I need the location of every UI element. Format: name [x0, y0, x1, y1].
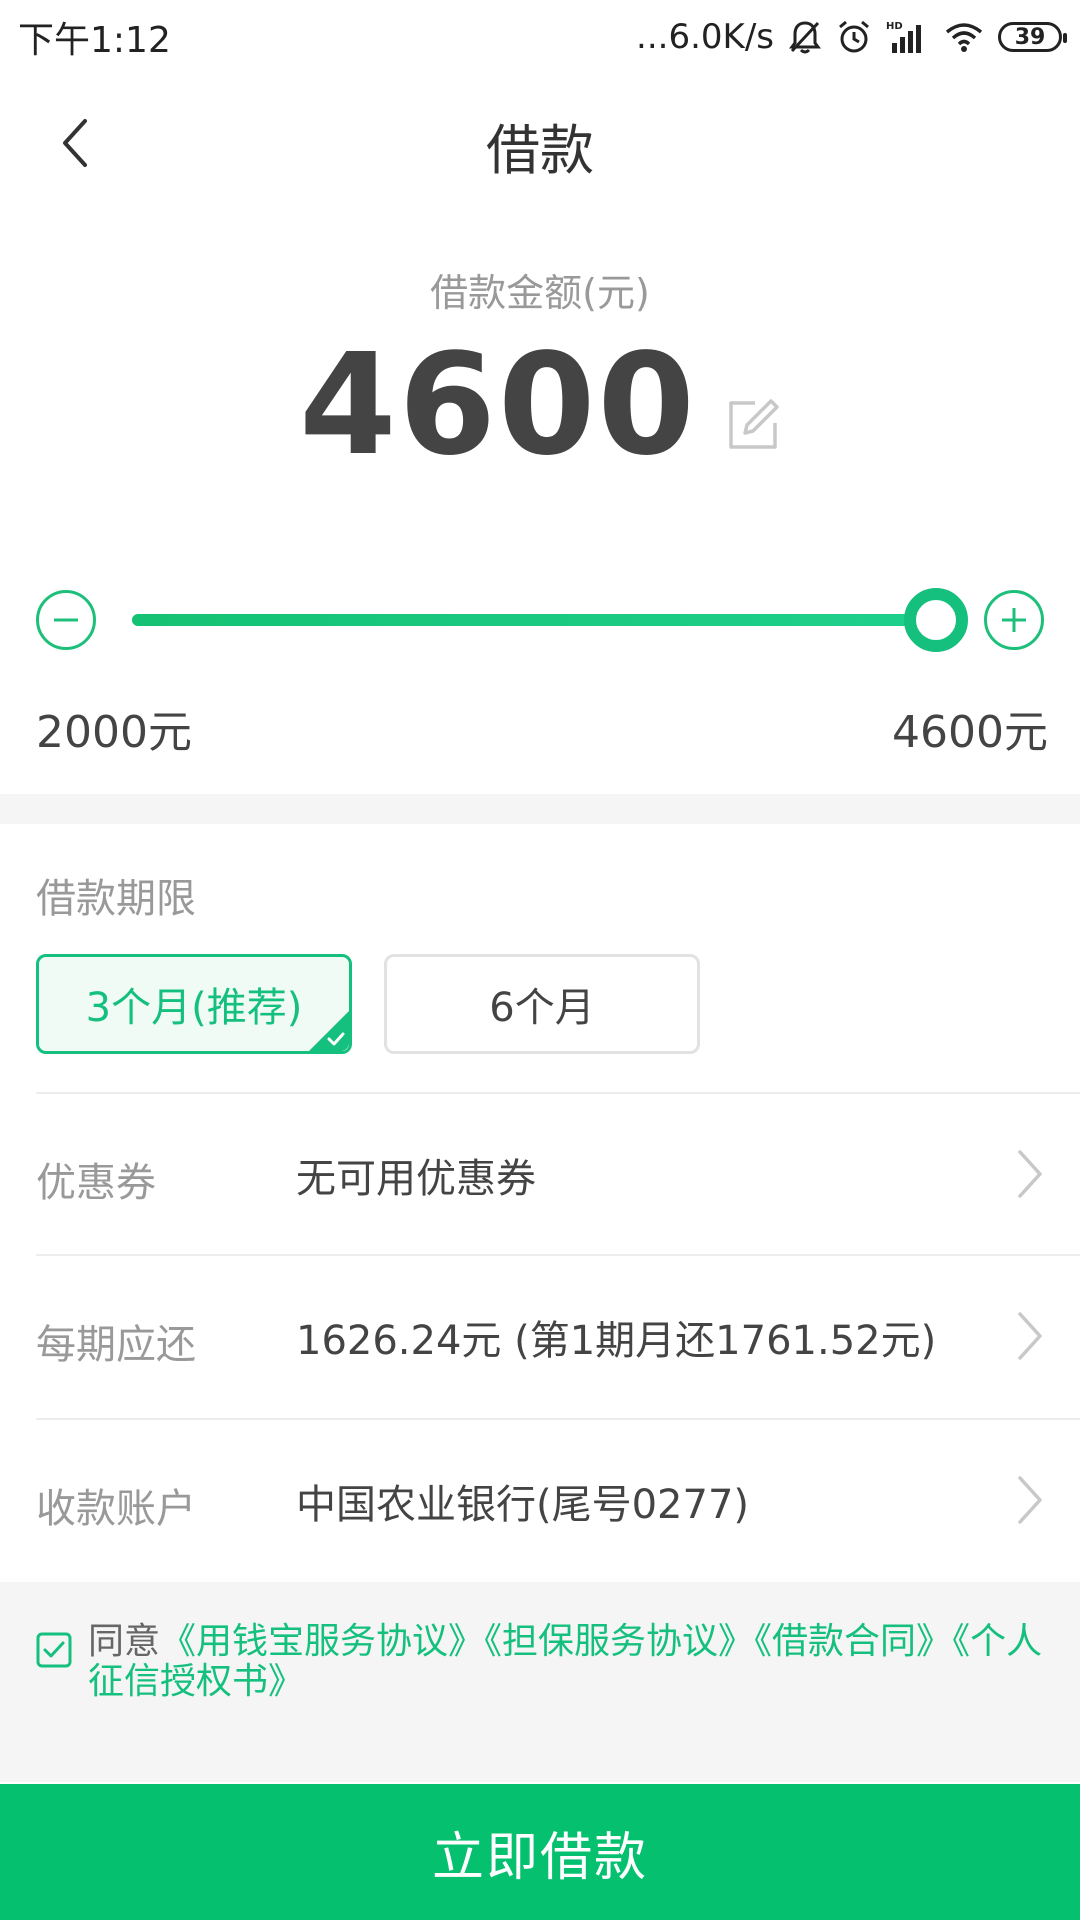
- alarm-icon: [836, 19, 872, 55]
- service-agreement-link[interactable]: 《用钱宝服务协议》: [160, 1621, 484, 1662]
- svg-text:HD: HD: [886, 21, 903, 32]
- chevron-right-icon: [1018, 1150, 1042, 1198]
- wifi-icon: [944, 20, 984, 54]
- page-title: 借款: [486, 118, 594, 182]
- term-option-label: 6个月: [489, 985, 595, 1031]
- account-label: 收款账户: [36, 1486, 196, 1532]
- section-separator: [0, 794, 1080, 824]
- battery-level: 39: [1014, 24, 1046, 50]
- increase-amount-button[interactable]: [984, 590, 1044, 650]
- nav-header: 借款: [0, 90, 1080, 200]
- loan-screen: 下午1:12 ...6.0K/s HD 39 借款 借款金额(元) 4600 2…: [0, 0, 1080, 1920]
- term-option-6-months[interactable]: 6个月: [384, 954, 700, 1054]
- coupon-value: 无可用优惠券: [296, 1156, 536, 1202]
- battery-icon: 39: [998, 22, 1067, 52]
- signal-icon: HD: [886, 19, 930, 55]
- account-row[interactable]: 收款账户 中国农业银行(尾号0277): [0, 1420, 1080, 1580]
- back-button[interactable]: [40, 108, 110, 178]
- slider-thumb[interactable]: [904, 588, 968, 652]
- plus-icon: [1002, 608, 1026, 632]
- agreement-checkbox[interactable]: [36, 1632, 72, 1668]
- edit-pencil-icon: [729, 399, 779, 449]
- slider-max-label: 4600元: [892, 707, 1048, 758]
- slider-range-labels: 2000元 4600元: [36, 696, 1048, 760]
- slider-min-label: 2000元: [36, 707, 192, 758]
- repayment-value: 1626.24元 (第1期月还1761.52元): [296, 1318, 937, 1364]
- borrow-now-label: 立即借款: [431, 1827, 648, 1888]
- mute-bell-icon: [788, 19, 822, 55]
- borrow-now-button[interactable]: 立即借款: [0, 1784, 1080, 1920]
- term-options: 3个月(推荐) 6个月: [36, 954, 700, 1054]
- agreement-prefix: 同意: [88, 1621, 161, 1662]
- agreement-text: 同意《用钱宝服务协议》《担保服务协议》《借款合同》《个人征信授权书》: [88, 1622, 1058, 1702]
- account-value: 中国农业银行(尾号0277): [296, 1482, 750, 1528]
- chevron-left-icon: [63, 119, 87, 167]
- chevron-right-icon: [1018, 1476, 1042, 1524]
- term-label: 借款期限: [36, 876, 196, 922]
- loan-contract-link[interactable]: 《借款合同》: [754, 1621, 952, 1662]
- network-speed: ...6.0K/s: [636, 17, 774, 57]
- slider-fill: [132, 614, 948, 626]
- agreement-section: 同意《用钱宝服务协议》《担保服务协议》《借款合同》《个人征信授权书》: [0, 1582, 1080, 1782]
- minus-icon: [54, 618, 78, 622]
- status-time: 下午1:12: [18, 20, 171, 61]
- repayment-label: 每期应还: [36, 1322, 196, 1368]
- checkbox-checked-icon: [36, 1632, 72, 1668]
- chevron-right-icon: [1018, 1312, 1042, 1360]
- guarantee-agreement-link[interactable]: 《担保服务协议》: [484, 1621, 754, 1662]
- amount-value: 4600: [299, 323, 697, 487]
- slider-track[interactable]: [132, 614, 948, 626]
- term-option-3-months[interactable]: 3个月(推荐): [36, 954, 352, 1054]
- selected-check-icon: [309, 1011, 349, 1051]
- status-icons: ...6.0K/s HD 39: [636, 17, 1067, 57]
- amount-label: 借款金额(元): [430, 271, 650, 315]
- amount-slider: [0, 580, 1080, 660]
- coupon-row[interactable]: 优惠券 无可用优惠券: [0, 1094, 1080, 1254]
- coupon-label: 优惠券: [36, 1160, 156, 1206]
- edit-amount-button[interactable]: [725, 397, 781, 453]
- repayment-row[interactable]: 每期应还 1626.24元 (第1期月还1761.52元): [0, 1256, 1080, 1416]
- status-bar: 下午1:12 ...6.0K/s HD 39: [0, 0, 1080, 74]
- amount-display: 4600: [0, 324, 1080, 487]
- term-option-label: 3个月(推荐): [85, 985, 303, 1031]
- decrease-amount-button[interactable]: [36, 590, 96, 650]
